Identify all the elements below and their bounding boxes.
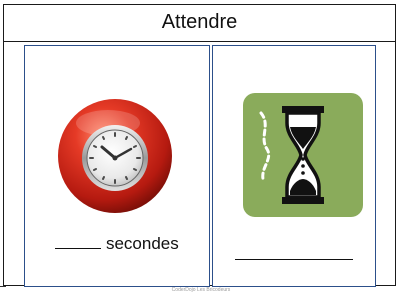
- answer-blank: [235, 259, 353, 260]
- instruction-card: Attendre secondes: [3, 4, 396, 287]
- clock-icon: [56, 97, 174, 215]
- footer-credit: CoderDojo Les Bricodeurs: [171, 287, 231, 293]
- seconds-label: secondes: [25, 234, 209, 254]
- hourglass-icon: [243, 93, 363, 217]
- right-panel: [212, 45, 376, 287]
- seconds-blank: [55, 234, 102, 249]
- title-divider: [4, 41, 395, 42]
- left-panel: secondes: [24, 45, 210, 287]
- seconds-text: secondes: [105, 234, 179, 253]
- card-title: Attendre: [161, 11, 238, 33]
